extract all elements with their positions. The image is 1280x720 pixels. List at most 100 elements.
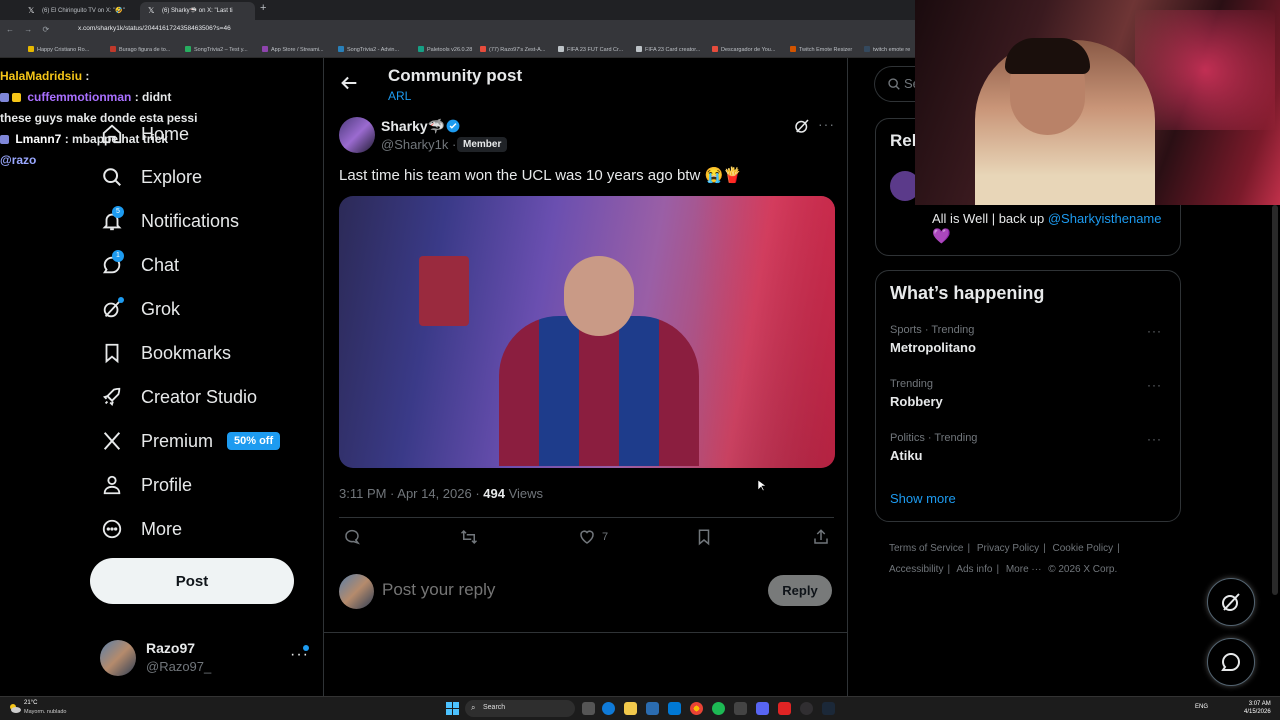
footer-link-terms[interactable]: Terms of Service — [889, 543, 963, 554]
trend-category: Trending — [890, 378, 934, 390]
nav-profile-label: Profile — [141, 474, 193, 495]
more-dots-icon[interactable]: ··· — [1147, 378, 1162, 392]
author-name[interactable]: Sharky🦈 — [381, 118, 445, 135]
bio-mention-link[interactable]: @Sharkyisthename — [1048, 211, 1162, 226]
repost-action[interactable] — [460, 528, 478, 546]
trend-name: Atiku — [890, 448, 923, 463]
more-dots-icon[interactable]: ··· — [818, 116, 835, 132]
bookmark-item[interactable]: FIFA 23 Card creator... — [636, 46, 700, 53]
chrome-icon[interactable] — [690, 702, 703, 715]
nav-creator-studio[interactable]: Creator Studio — [100, 379, 257, 415]
author-handle[interactable]: @Sharky1k · — [381, 137, 456, 152]
bookmark-action[interactable] — [695, 528, 713, 546]
input-language[interactable]: ENG — [1195, 704, 1208, 710]
discord-icon[interactable] — [756, 702, 769, 715]
reply-action[interactable] — [343, 528, 361, 546]
page-scrollbar[interactable] — [1272, 205, 1278, 595]
cam-light — [1135, 10, 1275, 130]
messages-fab-button[interactable] — [1207, 638, 1255, 686]
post-media-image[interactable] — [339, 196, 835, 468]
back-arrow-icon[interactable] — [338, 72, 360, 94]
chat-username: Lmann7 — [15, 132, 62, 146]
bell-icon: 5 — [100, 206, 124, 233]
system-clock[interactable]: 3:07 AM 4/15/2026 — [1244, 700, 1271, 716]
spotify-icon[interactable] — [712, 702, 725, 715]
trend-item[interactable]: Trending Robbery ··· — [890, 378, 1170, 409]
grok-icon[interactable] — [793, 117, 811, 135]
app-icon[interactable] — [778, 702, 791, 715]
share-action[interactable] — [812, 528, 830, 546]
bookmark-item[interactable]: Paletools v26.0.28 — [418, 46, 472, 53]
trend-item[interactable]: Politics · Trending Atiku ··· — [890, 432, 1170, 463]
footer-link-cookie[interactable]: Cookie Policy — [1053, 543, 1114, 554]
account-handle: @Razo97_ — [146, 659, 212, 674]
author-avatar[interactable] — [339, 117, 375, 153]
obs-icon[interactable] — [800, 702, 813, 715]
windows-start-icon[interactable] — [446, 702, 459, 715]
app-icon[interactable] — [734, 702, 747, 715]
edge-browser-icon[interactable] — [602, 702, 615, 715]
relevant-people-title: Rel — [890, 131, 917, 150]
footer-link-accessibility[interactable]: Accessibility — [889, 564, 943, 575]
show-more-link[interactable]: Show more — [890, 491, 956, 506]
bookmark-item[interactable]: twitch emote re — [864, 46, 910, 53]
footer-link-privacy[interactable]: Privacy Policy — [977, 543, 1039, 554]
nav-grok[interactable]: Grok — [100, 291, 180, 327]
taskbar-search[interactable]: ⌕ Search — [465, 700, 575, 717]
task-view-icon[interactable] — [582, 702, 595, 715]
steam-icon[interactable] — [822, 702, 835, 715]
footer-copyright: © 2026 X Corp. — [1048, 564, 1118, 575]
trend-item[interactable]: Sports · Trending Metropolitano ··· — [890, 324, 1170, 355]
nav-chat[interactable]: 1 Chat — [100, 247, 179, 283]
community-link[interactable]: ARL — [388, 89, 411, 103]
store-icon[interactable] — [646, 702, 659, 715]
nav-more[interactable]: More — [100, 511, 182, 547]
person-icon — [100, 473, 124, 497]
nav-bookmarks[interactable]: Bookmarks — [100, 335, 231, 371]
nav-premium[interactable]: Premium 50% off — [100, 423, 281, 459]
nav-bookmarks-label: Bookmarks — [141, 342, 232, 363]
nav-profile[interactable]: Profile — [100, 467, 192, 503]
bookmark-item[interactable]: FIFA 23 FUT Card Cr... — [558, 46, 623, 53]
reply-button[interactable]: Reply — [768, 575, 832, 606]
footer-link-ads[interactable]: Ads info — [956, 564, 992, 575]
mail-icon[interactable] — [668, 702, 681, 715]
more-dots-icon[interactable]: ··· — [1147, 324, 1162, 338]
reply-input[interactable] — [382, 580, 742, 600]
nav-notifications[interactable]: 5 Notifications — [100, 203, 239, 239]
browser-nav-buttons[interactable]: ← → ⟳ — [6, 25, 53, 34]
post-button[interactable]: Post — [90, 558, 294, 604]
bookmark-item[interactable]: SongTrivia2 - Advin... — [338, 46, 399, 53]
grok-fab-button[interactable] — [1207, 578, 1255, 626]
post-text: Last time his team won the UCL was 10 ye… — [339, 167, 742, 184]
repost-icon — [460, 529, 478, 545]
mouse-cursor-icon — [758, 480, 766, 492]
url-field[interactable]: x.com/sharky1k/status/204416172435846350… — [78, 25, 231, 32]
bookmark-item[interactable]: Twitch Emote Resizer — [790, 46, 852, 53]
bookmark-item[interactable]: App Store / Streami... — [262, 46, 324, 53]
bookmark-item[interactable]: Descargador de You... — [712, 46, 775, 53]
like-action[interactable]: 7 — [578, 528, 608, 546]
media-light — [695, 196, 835, 468]
notifications-badge: 5 — [112, 206, 124, 218]
bookmark-item[interactable]: Burago figura de to... — [110, 46, 170, 53]
account-switcher[interactable]: Razo97 @Razo97_ ··· — [100, 640, 310, 678]
bookmark-item[interactable]: SongTrivia2 – Test y... — [185, 46, 248, 53]
address-bar: ← → ⟳ x.com/sharky1k/status/204416172435… — [0, 20, 915, 42]
chat-badge-icon — [0, 93, 9, 102]
bookmark-item[interactable]: (77) Razo97's Zest-A... — [480, 46, 545, 53]
browser-tab-title: (6) El Chiringuito TV on X: "🤣" — [42, 8, 125, 14]
browser-tab-active[interactable]: 𝕏 (6) Sharky🦈 on X: "Last ti — [140, 2, 255, 20]
browser-tab-bar: 𝕏 (6) El Chiringuito TV on X: "🤣" 𝕏 (6) … — [0, 0, 915, 20]
weather-cloud-icon[interactable] — [8, 701, 22, 715]
file-explorer-icon[interactable] — [624, 702, 637, 715]
footer-link-more[interactable]: More ··· — [1006, 564, 1042, 575]
new-tab-button[interactable]: + — [260, 2, 266, 14]
bookmark-item[interactable]: Happy Cristiano Ro... — [28, 46, 89, 53]
grok-icon — [100, 297, 124, 321]
reply-icon — [345, 529, 361, 545]
more-dots-icon[interactable]: ··· — [1147, 432, 1162, 446]
browser-tab[interactable]: 𝕏 (6) El Chiringuito TV on X: "🤣" — [20, 2, 135, 20]
separator-dot: · — [452, 137, 457, 152]
trend-name: Robbery — [890, 394, 943, 409]
